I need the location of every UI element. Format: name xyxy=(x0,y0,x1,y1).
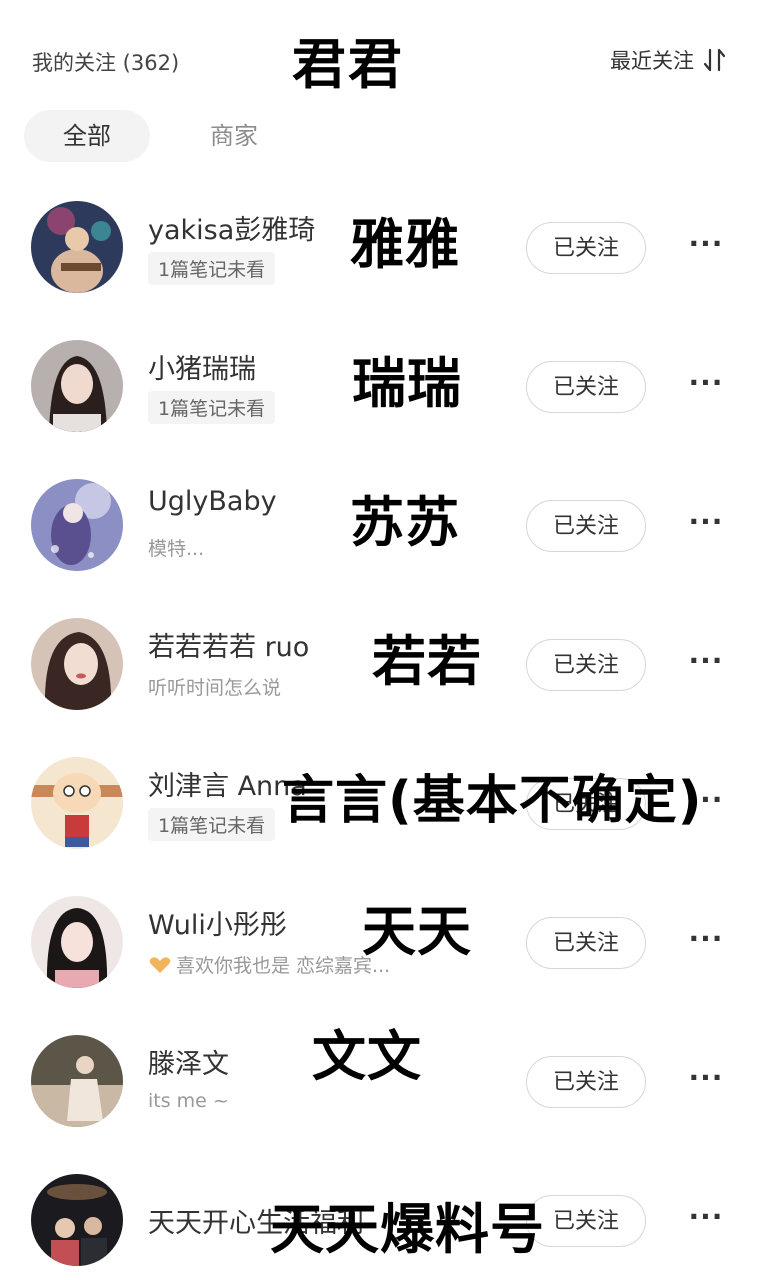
list-item[interactable]: 天天开心生活福利 已关注 ··· 天天爆料号 xyxy=(0,1151,760,1280)
unread-notes-badge: 1篇笔记未看 xyxy=(148,391,276,424)
avatar[interactable] xyxy=(31,618,123,710)
overlay-label: 文文 xyxy=(312,1025,422,1088)
more-options-icon[interactable]: ··· xyxy=(684,925,728,957)
list-item[interactable]: Wuli小彤彤 喜欢你我也是 恋综嘉宾... 已关注 ··· 天天 xyxy=(0,873,760,1012)
list-item[interactable]: 滕泽文 its me ~ 已关注 ··· 文文 xyxy=(0,1012,760,1151)
avatar-image-icon xyxy=(31,1174,123,1266)
avatar-image-icon xyxy=(31,201,123,293)
avatar[interactable] xyxy=(31,757,123,849)
avatar-image-icon xyxy=(31,340,123,432)
more-options-icon[interactable]: ··· xyxy=(684,1203,728,1235)
avatar-image-icon xyxy=(31,896,123,988)
avatar-image-icon xyxy=(31,1035,123,1127)
sort-arrows-icon xyxy=(703,48,726,72)
more-options-icon[interactable]: ··· xyxy=(684,230,728,262)
following-button[interactable]: 已关注 xyxy=(526,361,646,413)
heart-hands-icon xyxy=(149,957,171,973)
avatar[interactable] xyxy=(31,479,123,571)
account-bio: 喜欢你我也是 恋综嘉宾... xyxy=(148,951,390,978)
account-name[interactable]: UglyBaby xyxy=(148,486,277,517)
avatar[interactable] xyxy=(31,340,123,432)
following-button[interactable]: 已关注 xyxy=(526,1056,646,1108)
list-item[interactable]: 小猪瑞瑞 1篇笔记未看 已关注 ··· 瑞瑞 xyxy=(0,317,760,456)
overlay-label: 天天爆料号 xyxy=(270,1198,545,1261)
list-item[interactable]: 若若若若 ruo 听听时间怎么说 已关注 ··· 若若 xyxy=(0,595,760,734)
overlay-title-label: 君君 xyxy=(292,33,404,96)
unread-notes-badge: 1篇笔记未看 xyxy=(148,808,276,841)
sort-label: 最近关注 xyxy=(610,49,694,73)
account-bio: 听听时间怎么说 xyxy=(148,677,282,699)
avatar[interactable] xyxy=(31,1035,123,1127)
account-name[interactable]: yakisa彭雅琦 xyxy=(148,208,315,247)
unread-notes-badge: 1篇笔记未看 xyxy=(148,252,276,285)
overlay-label: 言言(基本不确定) xyxy=(282,771,703,831)
avatar-image-icon xyxy=(31,757,123,849)
overlay-label: 瑞瑞 xyxy=(352,352,462,415)
following-button[interactable]: 已关注 xyxy=(526,639,646,691)
more-options-icon[interactable]: ··· xyxy=(684,647,728,679)
following-page: 我的关注 (362) 君君 最近关注 全部 商家 yakisa彭雅琦 1篇笔记未… xyxy=(0,0,760,1280)
account-name[interactable]: 若若若若 ruo xyxy=(148,625,309,664)
following-button[interactable]: 已关注 xyxy=(526,917,646,969)
avatar-image-icon xyxy=(31,479,123,571)
account-name[interactable]: 小猪瑞瑞 xyxy=(148,347,256,386)
account-bio: its me ~ xyxy=(148,1090,229,1112)
more-options-icon[interactable]: ··· xyxy=(684,508,728,540)
overlay-label: 天天 xyxy=(362,900,472,963)
account-bio-text: 喜欢你我也是 恋综嘉宾... xyxy=(176,955,391,977)
tab-merchant[interactable]: 商家 xyxy=(174,110,294,162)
avatar[interactable] xyxy=(31,896,123,988)
following-button[interactable]: 已关注 xyxy=(526,222,646,274)
account-name[interactable]: 滕泽文 xyxy=(148,1042,229,1081)
sort-button[interactable]: 最近关注 xyxy=(610,45,728,75)
header: 我的关注 (362) 君君 最近关注 xyxy=(0,0,760,110)
more-options-icon[interactable]: ··· xyxy=(684,1064,728,1096)
tab-all[interactable]: 全部 xyxy=(24,110,150,162)
overlay-label: 若若 xyxy=(372,630,482,693)
account-bio: 模特... xyxy=(148,538,205,560)
account-name[interactable]: Wuli小彤彤 xyxy=(148,903,287,942)
list-item[interactable]: yakisa彭雅琦 1篇笔记未看 已关注 ··· 雅雅 xyxy=(0,178,760,317)
list-item[interactable]: 刘津言 Anna 1篇笔记未看 已关注 ··· 言言(基本不确定) xyxy=(0,734,760,873)
avatar[interactable] xyxy=(31,201,123,293)
list-item[interactable]: UglyBaby 模特... 已关注 ··· 苏苏 xyxy=(0,456,760,595)
avatar-image-icon xyxy=(31,618,123,710)
following-count: 我的关注 (362) xyxy=(32,51,180,75)
overlay-label: 雅雅 xyxy=(350,213,460,276)
overlay-label: 苏苏 xyxy=(350,491,460,554)
following-button[interactable]: 已关注 xyxy=(526,500,646,552)
avatar[interactable] xyxy=(31,1174,123,1266)
more-options-icon[interactable]: ··· xyxy=(684,369,728,401)
